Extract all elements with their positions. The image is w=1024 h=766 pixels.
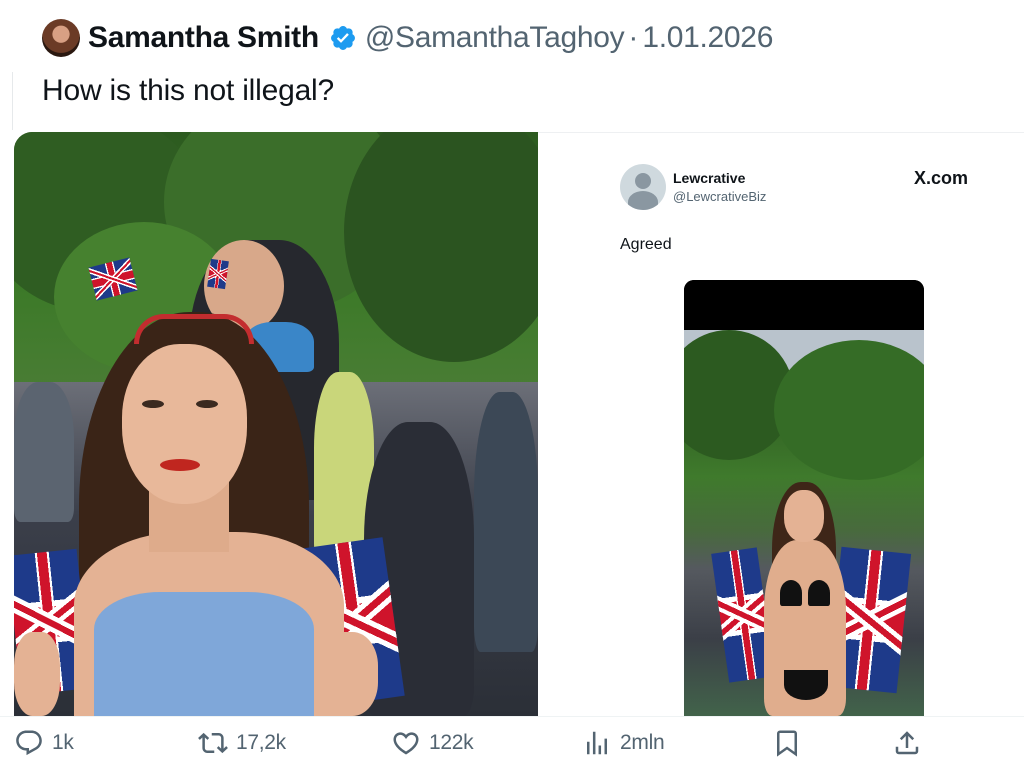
reply-button[interactable]: 1k — [14, 727, 74, 759]
tweet-header: Samantha Smith @SamanthaTaghoy · 1.01.20… — [0, 0, 1024, 130]
embedded-post-text: Agreed — [620, 236, 672, 253]
tweet-text: How is this not illegal? — [42, 74, 335, 107]
embedded-author-handle: @LewcrativeBiz — [673, 189, 767, 204]
views-button[interactable]: 2mln — [582, 727, 665, 759]
views-count: 2mln — [620, 731, 665, 754]
author-row: Samantha Smith @SamanthaTaghoy · 1.01.20… — [88, 18, 773, 58]
embedded-phone-screenshot — [684, 280, 924, 716]
woman-hand — [14, 632, 60, 716]
media-photo-right[interactable]: Lewcrative @LewcrativeBiz X.com Agreed — [538, 132, 1024, 716]
bikini-top — [780, 580, 802, 606]
embedded-avatar — [620, 164, 666, 210]
phone-top-bar — [684, 280, 924, 330]
share-icon — [895, 731, 919, 755]
bikini-top — [808, 580, 830, 606]
verified-badge-icon[interactable] — [329, 24, 357, 52]
separator-dot: · — [628, 21, 639, 54]
bookmark-icon — [777, 730, 797, 757]
post-date[interactable]: 1.01.2026 — [642, 21, 773, 55]
share-button[interactable] — [892, 727, 930, 759]
author-handle[interactable]: @SamanthaTaghoy — [365, 21, 625, 55]
woman-face — [784, 490, 824, 542]
embedded-photo — [684, 330, 924, 716]
action-bar: 1k 17,2k 122k 2mln — [0, 716, 1024, 766]
embedded-author-name: Lewcrative — [673, 170, 746, 186]
author-name[interactable]: Samantha Smith — [88, 21, 319, 55]
woman-lips — [160, 459, 200, 471]
default-avatar-shoulders — [628, 191, 658, 210]
divider — [538, 132, 1024, 133]
crowd-person — [474, 392, 538, 652]
avatar[interactable] — [42, 19, 80, 57]
repost-count: 17,2k — [236, 731, 286, 754]
headband — [134, 314, 254, 344]
media-photo-left[interactable] — [14, 132, 538, 716]
woman-eye — [196, 400, 218, 408]
divider — [12, 72, 13, 130]
like-count: 122k — [429, 731, 474, 754]
union-jack-flag — [207, 258, 229, 290]
heart-icon — [393, 732, 419, 755]
tree-foliage — [344, 132, 538, 362]
repost-button[interactable]: 17,2k — [198, 727, 286, 759]
woman-face — [122, 344, 247, 504]
bookmark-button[interactable] — [772, 727, 810, 759]
woman-eye — [142, 400, 164, 408]
reply-icon — [16, 730, 42, 756]
crowd-person — [14, 382, 74, 522]
reply-count: 1k — [52, 731, 74, 754]
like-button[interactable]: 122k — [391, 727, 474, 759]
woman-hand — [314, 632, 378, 716]
bikini-bottom — [784, 670, 828, 700]
tree-foliage — [774, 340, 924, 480]
analytics-icon — [587, 731, 607, 755]
default-avatar-icon — [635, 173, 651, 189]
media-grid: Lewcrative @LewcrativeBiz X.com Agreed — [14, 132, 1024, 716]
woman-dress — [94, 592, 314, 716]
repost-icon — [198, 732, 228, 754]
embedded-brand-label: X.com — [914, 168, 969, 188]
